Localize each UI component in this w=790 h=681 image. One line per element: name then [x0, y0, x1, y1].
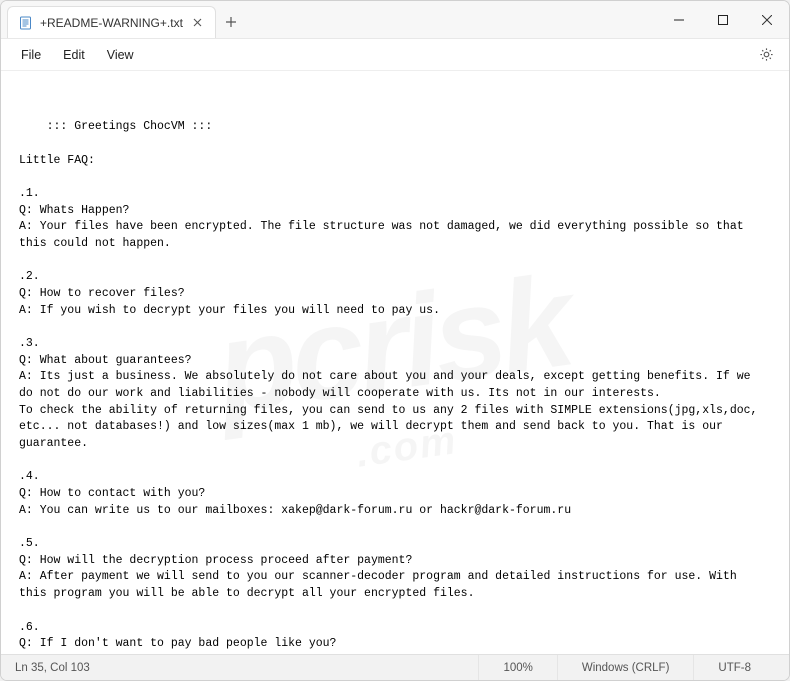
- menu-edit[interactable]: Edit: [53, 45, 95, 65]
- encoding[interactable]: UTF-8: [693, 655, 775, 680]
- document-text: ::: Greetings ChocVM ::: Little FAQ: .1.…: [19, 120, 771, 654]
- notepad-window: +README-WARNING+.txt File Edit View: [0, 0, 790, 681]
- tab-title: +README-WARNING+.txt: [40, 16, 183, 30]
- minimize-button[interactable]: [657, 1, 701, 38]
- watermark: pcrisk.com: [204, 226, 585, 499]
- cursor-position: Ln 35, Col 103: [15, 662, 90, 674]
- statusbar: Ln 35, Col 103 100% Windows (CRLF) UTF-8: [1, 654, 789, 680]
- zoom-level[interactable]: 100%: [478, 655, 556, 680]
- window-controls: [657, 1, 789, 38]
- document-tab[interactable]: +README-WARNING+.txt: [7, 6, 216, 38]
- menu-view[interactable]: View: [97, 45, 144, 65]
- menu-file[interactable]: File: [11, 45, 51, 65]
- menubar: File Edit View: [1, 39, 789, 71]
- document-icon: [18, 16, 32, 30]
- new-tab-button[interactable]: [216, 6, 246, 38]
- titlebar: +README-WARNING+.txt: [1, 1, 789, 39]
- close-tab-icon[interactable]: [191, 16, 205, 30]
- tab-strip: +README-WARNING+.txt: [1, 1, 246, 38]
- settings-button[interactable]: [753, 42, 779, 68]
- close-window-button[interactable]: [745, 1, 789, 38]
- line-ending[interactable]: Windows (CRLF): [557, 655, 694, 680]
- maximize-button[interactable]: [701, 1, 745, 38]
- text-editor-area[interactable]: pcrisk.com ::: Greetings ChocVM ::: Litt…: [1, 71, 789, 654]
